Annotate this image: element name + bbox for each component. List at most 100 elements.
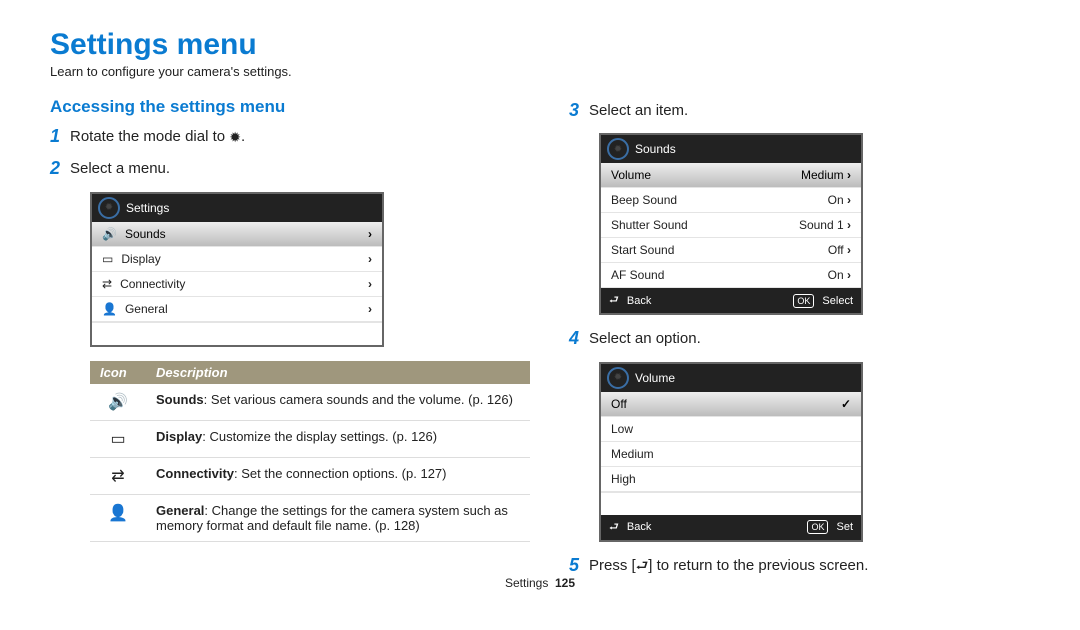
connectivity-icon: ⇄ bbox=[90, 457, 146, 494]
step-1-text-pre: Rotate the mode dial to bbox=[70, 128, 229, 145]
cam-footer: ⮐Back OKSelect bbox=[601, 288, 861, 313]
cam-row-label: Low bbox=[611, 422, 633, 436]
step-3-text: Select an item. bbox=[589, 101, 1030, 121]
cam-row-low[interactable]: Low bbox=[601, 417, 861, 442]
cam-row-label: Sounds bbox=[125, 227, 166, 241]
description-table: Icon Description 🔊 Sounds: Set various c… bbox=[90, 361, 530, 542]
gear-icon: ✹ bbox=[229, 128, 241, 147]
back-icon: ⮐ bbox=[636, 556, 649, 575]
cam-header: Volume bbox=[601, 364, 861, 392]
th-description: Description bbox=[146, 361, 530, 384]
cam-footer: ⮐ Back OK Set bbox=[601, 515, 861, 540]
cam-header: Settings bbox=[92, 194, 382, 222]
step-number: 4 bbox=[569, 329, 589, 349]
row-desc: : Customize the display settings. (p. 12… bbox=[202, 429, 437, 444]
table-row: ▭ Display: Customize the display setting… bbox=[90, 420, 530, 457]
step-1: 1 Rotate the mode dial to ✹. bbox=[50, 127, 511, 147]
cam-row-medium[interactable]: Medium bbox=[601, 442, 861, 467]
th-icon: Icon bbox=[90, 361, 146, 384]
step-number: 5 bbox=[569, 556, 589, 576]
step-5-text-pre: Press [ bbox=[589, 557, 636, 574]
chevron-right-icon: › bbox=[368, 227, 372, 241]
table-row: 🔊 Sounds: Set various camera sounds and … bbox=[90, 384, 530, 421]
back-icon: ⮐ bbox=[609, 518, 619, 537]
page-number: 125 bbox=[555, 576, 575, 590]
cam-row-start[interactable]: Start Sound Off › bbox=[601, 238, 861, 263]
cam-title: Settings bbox=[126, 201, 169, 215]
camera-screenshot-volume: Volume Off Low Medium High ⮐ Back bbox=[599, 362, 863, 542]
step-3: 3 Select an item. bbox=[569, 101, 1030, 121]
cam-title: Volume bbox=[635, 371, 675, 385]
speaker-icon: 🔊 bbox=[90, 384, 146, 421]
select-label: Select bbox=[822, 295, 853, 307]
chevron-right-icon: › bbox=[368, 252, 372, 266]
cam-title: Sounds bbox=[635, 142, 676, 156]
chevron-right-icon: › bbox=[368, 302, 372, 316]
chevron-right-icon: › bbox=[847, 268, 851, 282]
table-row: 👤 General: Change the settings for the c… bbox=[90, 494, 530, 541]
cam-row-beep[interactable]: Beep Sound On › bbox=[601, 188, 861, 213]
section-heading: Accessing the settings menu bbox=[50, 97, 511, 117]
display-icon: ▭ bbox=[90, 420, 146, 457]
left-column: Accessing the settings menu 1 Rotate the… bbox=[50, 97, 511, 588]
display-icon: ▭ bbox=[102, 252, 113, 266]
step-4: 4 Select an option. bbox=[569, 329, 1030, 349]
right-column: 3 Select an item. Sounds Volume Medium ›… bbox=[569, 97, 1030, 588]
cam-row-high[interactable]: High bbox=[601, 467, 861, 492]
mode-gear-icon bbox=[98, 197, 120, 219]
chevron-right-icon: › bbox=[847, 243, 851, 257]
row-desc: : Set the connection options. (p. 127) bbox=[234, 466, 446, 481]
cam-row-label: AF Sound bbox=[611, 268, 664, 282]
row-name: Sounds bbox=[156, 392, 204, 407]
cam-row-sounds[interactable]: 🔊Sounds › bbox=[92, 222, 382, 247]
cam-row-label: Start Sound bbox=[611, 243, 674, 257]
step-5: 5 Press [⮐] to return to the previous sc… bbox=[569, 556, 1030, 576]
page-title: Settings menu bbox=[50, 28, 1030, 62]
page-footer: Settings 125 bbox=[0, 576, 1080, 590]
person-icon: 👤 bbox=[90, 494, 146, 541]
cam-row-volume[interactable]: Volume Medium › bbox=[601, 163, 861, 188]
table-row: ⇄ Connectivity: Set the connection optio… bbox=[90, 457, 530, 494]
cam-row-label: High bbox=[611, 472, 636, 486]
page-subtitle: Learn to configure your camera's setting… bbox=[50, 64, 1030, 79]
cam-row-off[interactable]: Off bbox=[601, 392, 861, 417]
cam-row-general[interactable]: 👤General › bbox=[92, 297, 382, 322]
cam-row-label: Volume bbox=[611, 168, 651, 182]
row-desc: : Set various camera sounds and the volu… bbox=[204, 392, 513, 407]
row-name: Connectivity bbox=[156, 466, 234, 481]
step-5-text-post: ] to return to the previous screen. bbox=[648, 557, 868, 574]
ok-badge: OK bbox=[807, 520, 828, 534]
step-2-text: Select a menu. bbox=[70, 159, 511, 179]
step-2: 2 Select a menu. bbox=[50, 159, 511, 179]
step-number: 3 bbox=[569, 101, 589, 121]
cam-row-value: On bbox=[828, 193, 844, 207]
camera-screenshot-settings: Settings 🔊Sounds › ▭ Display › ⇄Connectiv… bbox=[90, 192, 384, 347]
mode-gear-icon bbox=[607, 138, 629, 160]
camera-screenshot-sounds: Sounds Volume Medium › Beep Sound On › S… bbox=[599, 133, 863, 315]
back-label: Back bbox=[627, 295, 651, 307]
cam-row-display[interactable]: ▭ Display › bbox=[92, 247, 382, 272]
step-number: 2 bbox=[50, 159, 70, 179]
row-name: General bbox=[156, 503, 204, 518]
person-icon: 👤 bbox=[102, 302, 117, 316]
step-1-text-post: . bbox=[241, 128, 245, 145]
row-name: Display bbox=[156, 429, 202, 444]
ok-badge: OK bbox=[793, 294, 814, 308]
step-4-text: Select an option. bbox=[589, 329, 1030, 349]
cam-row-label: Off bbox=[611, 397, 627, 411]
cam-row-shutter[interactable]: Shutter Sound Sound 1 › bbox=[601, 213, 861, 238]
set-label: Set bbox=[836, 521, 853, 533]
cam-row-connectivity[interactable]: ⇄Connectivity › bbox=[92, 272, 382, 297]
chevron-right-icon: › bbox=[368, 277, 372, 291]
cam-row-value: Sound 1 bbox=[799, 218, 844, 232]
back-label: Back bbox=[627, 521, 651, 533]
chevron-right-icon: › bbox=[847, 218, 851, 232]
cam-row-value: Medium bbox=[801, 168, 844, 182]
cam-row-label: Medium bbox=[611, 447, 654, 461]
row-desc: : Change the settings for the camera sys… bbox=[156, 503, 508, 533]
cam-row-af[interactable]: AF Sound On › bbox=[601, 263, 861, 288]
cam-row-label: Display bbox=[121, 252, 160, 266]
cam-row-label: Connectivity bbox=[120, 277, 185, 291]
chevron-right-icon: › bbox=[847, 168, 851, 182]
cam-row-label: Shutter Sound bbox=[611, 218, 688, 232]
